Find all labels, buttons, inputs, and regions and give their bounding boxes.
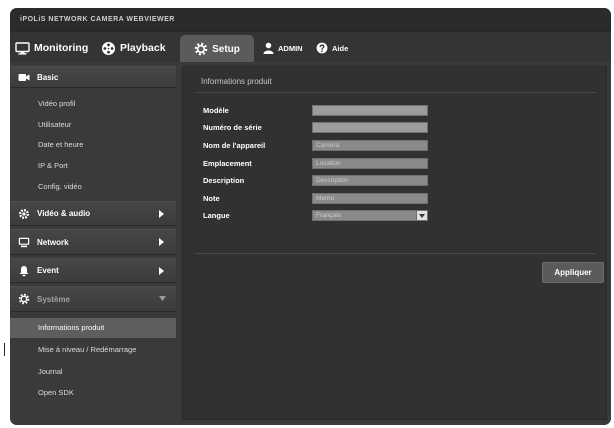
serial-number-field[interactable] [312, 122, 428, 133]
main-content: Informations produit Modèle Numéro de sé… [176, 62, 611, 425]
sidebar-section-system[interactable]: Système [10, 286, 176, 312]
product-info-panel: Informations produit Modèle Numéro de sé… [182, 66, 607, 420]
system-icon [18, 293, 30, 305]
form-row-location: Emplacement [183, 158, 606, 169]
chevron-right-icon [159, 209, 164, 218]
nav-playback[interactable]: Playback [101, 35, 166, 61]
title-bar: iPOLiS NETWORK CAMERA WEBVIEWER [10, 8, 611, 31]
nav-monitoring[interactable]: Monitoring [15, 35, 88, 61]
webviewer-window: iPOLiS NETWORK CAMERA WEBVIEWER Monitori… [10, 8, 611, 425]
nav-user-label: ADMIN [278, 43, 303, 53]
form-row-device-name: Nom de l'appareil [183, 140, 606, 151]
nav-help-label: Aide [332, 43, 349, 53]
sidebar-item-upgrade-restart[interactable]: Mise à niveau / Redémarrage [10, 340, 176, 360]
form-row-model: Modèle [183, 105, 606, 116]
chevron-right-icon [159, 238, 164, 246]
apply-button[interactable]: Appliquer [542, 262, 604, 283]
chevron-down-icon [159, 295, 166, 301]
sidebar-item-video-profile[interactable]: Vidéo profil [10, 94, 176, 114]
device-name-field[interactable] [312, 140, 428, 151]
chevron-right-icon [159, 266, 164, 275]
user-icon [263, 42, 274, 54]
sidebar-section-system-label: Système [37, 294, 70, 304]
sidebar-section-video-audio[interactable]: Vidéo & audio [10, 201, 176, 226]
network-icon [18, 237, 30, 248]
model-label: Modèle [203, 106, 229, 115]
language-label: Langue [203, 211, 230, 220]
sidebar-item-date-time[interactable]: Date et heure [10, 135, 176, 155]
nav-help[interactable]: Aide [316, 35, 348, 61]
sidebar-section-network[interactable]: Network [10, 229, 176, 255]
nav-monitoring-label: Monitoring [34, 42, 89, 54]
device-name-label: Nom de l'appareil [203, 141, 266, 150]
note-field[interactable] [312, 193, 428, 204]
sidebar-item-open-sdk[interactable]: Open SDK [10, 383, 176, 403]
form-divider [195, 253, 596, 254]
gear-icon [194, 42, 208, 56]
tab-setup[interactable]: Setup [180, 35, 254, 63]
camera-icon [18, 72, 30, 83]
form-row-description: Description [183, 175, 606, 186]
sidebar-section-network-label: Network [37, 237, 69, 247]
sidebar-item-ip-port[interactable]: IP & Port [10, 156, 176, 176]
playback-icon [101, 41, 116, 56]
sidebar-item-video-config[interactable]: Config. vidéo [10, 177, 176, 197]
sidebar: Basic Vidéo profil Utilisateur Date et h… [10, 62, 176, 425]
sidebar-section-basic[interactable]: Basic [10, 66, 176, 88]
sidebar-item-user[interactable]: Utilisateur [10, 115, 176, 135]
form-row-language: Langue Français [183, 210, 606, 221]
note-label: Note [203, 194, 220, 203]
model-field[interactable] [312, 105, 428, 116]
page-title: Informations produit [201, 77, 272, 86]
callout-line [4, 343, 5, 356]
top-nav: Monitoring Playback Setup ADMIN Aide [10, 31, 611, 63]
sidebar-item-product-info[interactable]: Informations produit [10, 318, 176, 338]
language-select[interactable]: Français [312, 210, 428, 221]
nav-playback-label: Playback [120, 42, 166, 54]
help-icon [316, 42, 328, 54]
location-label: Emplacement [203, 159, 252, 168]
description-label: Description [203, 176, 245, 185]
serial-number-label: Numéro de série [203, 123, 262, 132]
event-icon [18, 265, 30, 277]
sidebar-section-event-label: Event [37, 266, 59, 275]
sidebar-item-log[interactable]: Journal [10, 362, 176, 382]
chevron-down-icon [416, 211, 427, 220]
title-divider [195, 92, 596, 93]
tab-setup-label: Setup [212, 43, 240, 55]
app-title: iPOLiS NETWORK CAMERA WEBVIEWER [20, 16, 175, 23]
location-field[interactable] [312, 158, 428, 169]
video-audio-icon [18, 208, 30, 220]
form-row-note: Note [183, 193, 606, 204]
description-field[interactable] [312, 175, 428, 186]
monitor-icon [15, 41, 30, 55]
nav-user[interactable]: ADMIN [263, 35, 303, 61]
language-select-value: Français [316, 212, 341, 219]
sidebar-section-basic-label: Basic [37, 72, 59, 82]
form-row-serial: Numéro de série [183, 122, 606, 133]
sidebar-section-video-audio-label: Vidéo & audio [37, 209, 91, 218]
sidebar-section-event[interactable]: Event [10, 258, 176, 283]
